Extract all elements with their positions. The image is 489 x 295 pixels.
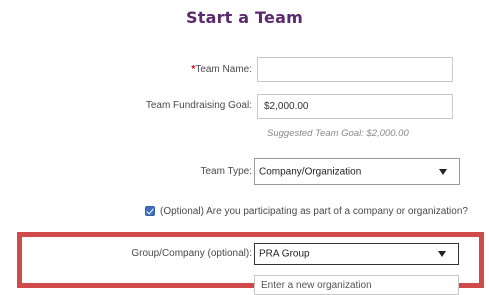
- group-company-label: Group/Company (optional):: [131, 248, 252, 259]
- company-participation-label: (Optional) Are you participating as part…: [160, 206, 468, 217]
- dropdown-caret-icon: [439, 168, 447, 175]
- fundraising-goal-input[interactable]: [257, 94, 453, 119]
- dropdown-caret-icon: [438, 251, 446, 257]
- fundraising-goal-label: Team Fundraising Goal:: [145, 100, 252, 111]
- team-name-input[interactable]: [257, 57, 453, 82]
- team-type-select[interactable]: Company/Organization: [254, 158, 460, 185]
- team-name-label: *Team Name:: [191, 64, 252, 75]
- group-company-select[interactable]: PRA Group: [254, 243, 459, 265]
- group-company-selected-value: PRA Group: [259, 248, 310, 260]
- team-type-selected-value: Company/Organization: [259, 166, 362, 177]
- team-name-label-text: Team Name:: [195, 64, 252, 75]
- new-organization-input[interactable]: [254, 275, 459, 295]
- team-type-label: Team Type:: [200, 166, 252, 177]
- page-title: Start a Team: [186, 8, 303, 27]
- company-participation-checkbox[interactable]: [145, 206, 155, 216]
- suggested-goal-hint: Suggested Team Goal: $2,000.00: [267, 128, 409, 139]
